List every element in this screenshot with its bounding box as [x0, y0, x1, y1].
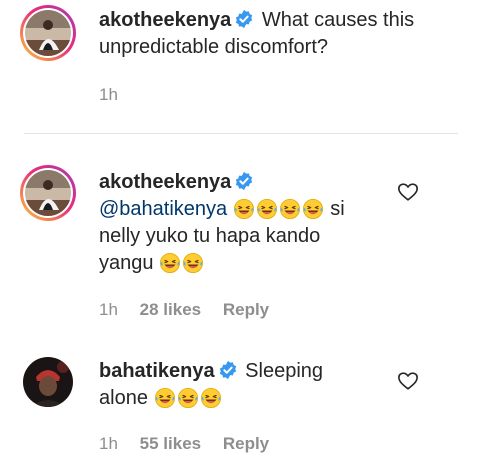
- reply-button[interactable]: Reply: [223, 300, 269, 319]
- likes-count[interactable]: 28 likes: [140, 300, 201, 319]
- reply-button[interactable]: Reply: [223, 434, 269, 453]
- like-heart-icon[interactable]: [397, 181, 419, 203]
- comment-3-meta: 1h 55 likes Reply: [99, 434, 269, 454]
- comment-2-body: akotheekenya @bahatikenya si nelly yuko …: [99, 169, 394, 277]
- avatar-photo: [23, 357, 73, 407]
- comment-username[interactable]: akotheekenya: [99, 9, 231, 31]
- avatar-akotheekenya[interactable]: [20, 5, 76, 61]
- comment-time: 1h: [99, 300, 118, 319]
- laughing-emoji: [233, 198, 255, 220]
- verified-badge-icon: [218, 360, 238, 380]
- avatar-akotheekenya[interactable]: [20, 165, 76, 221]
- comment-text-part: alone: [99, 387, 148, 409]
- mention-link[interactable]: @bahatikenya: [99, 198, 227, 220]
- laughing-emoji: [279, 198, 301, 220]
- comment-3-body: bahatikenya Sleeping alone: [99, 358, 394, 412]
- verified-badge-icon: [234, 171, 254, 191]
- comment-text-part: nelly yuko tu hapa kando: [99, 225, 321, 247]
- divider: [24, 133, 458, 134]
- laughing-emoji: [182, 252, 204, 274]
- comment-username[interactable]: akotheekenya: [99, 171, 231, 193]
- comment-username[interactable]: bahatikenya: [99, 360, 215, 382]
- comment-2-meta: 1h 28 likes Reply: [99, 300, 269, 320]
- comment-text-part: Sleeping: [245, 360, 324, 382]
- like-heart-icon[interactable]: [397, 370, 419, 392]
- avatar-bahatikenya[interactable]: [23, 357, 73, 407]
- laughing-emoji: [159, 252, 181, 274]
- comment-1-body: akotheekenya What causes this unpredicta…: [99, 7, 439, 61]
- laughing-emoji: [154, 387, 176, 409]
- comment-time: 1h: [99, 85, 118, 104]
- laughing-emoji: [200, 387, 222, 409]
- laughing-emoji: [256, 198, 278, 220]
- likes-count[interactable]: 55 likes: [140, 434, 201, 453]
- comment-text-part: yangu: [99, 252, 154, 274]
- laughing-emoji: [177, 387, 199, 409]
- avatar-photo: [25, 170, 71, 216]
- comment-text-part: si: [330, 198, 345, 220]
- verified-badge-icon: [234, 9, 254, 29]
- laughing-emoji: [302, 198, 324, 220]
- comment-1-meta: 1h: [99, 85, 118, 105]
- avatar-photo: [25, 10, 71, 56]
- comment-time: 1h: [99, 434, 118, 453]
